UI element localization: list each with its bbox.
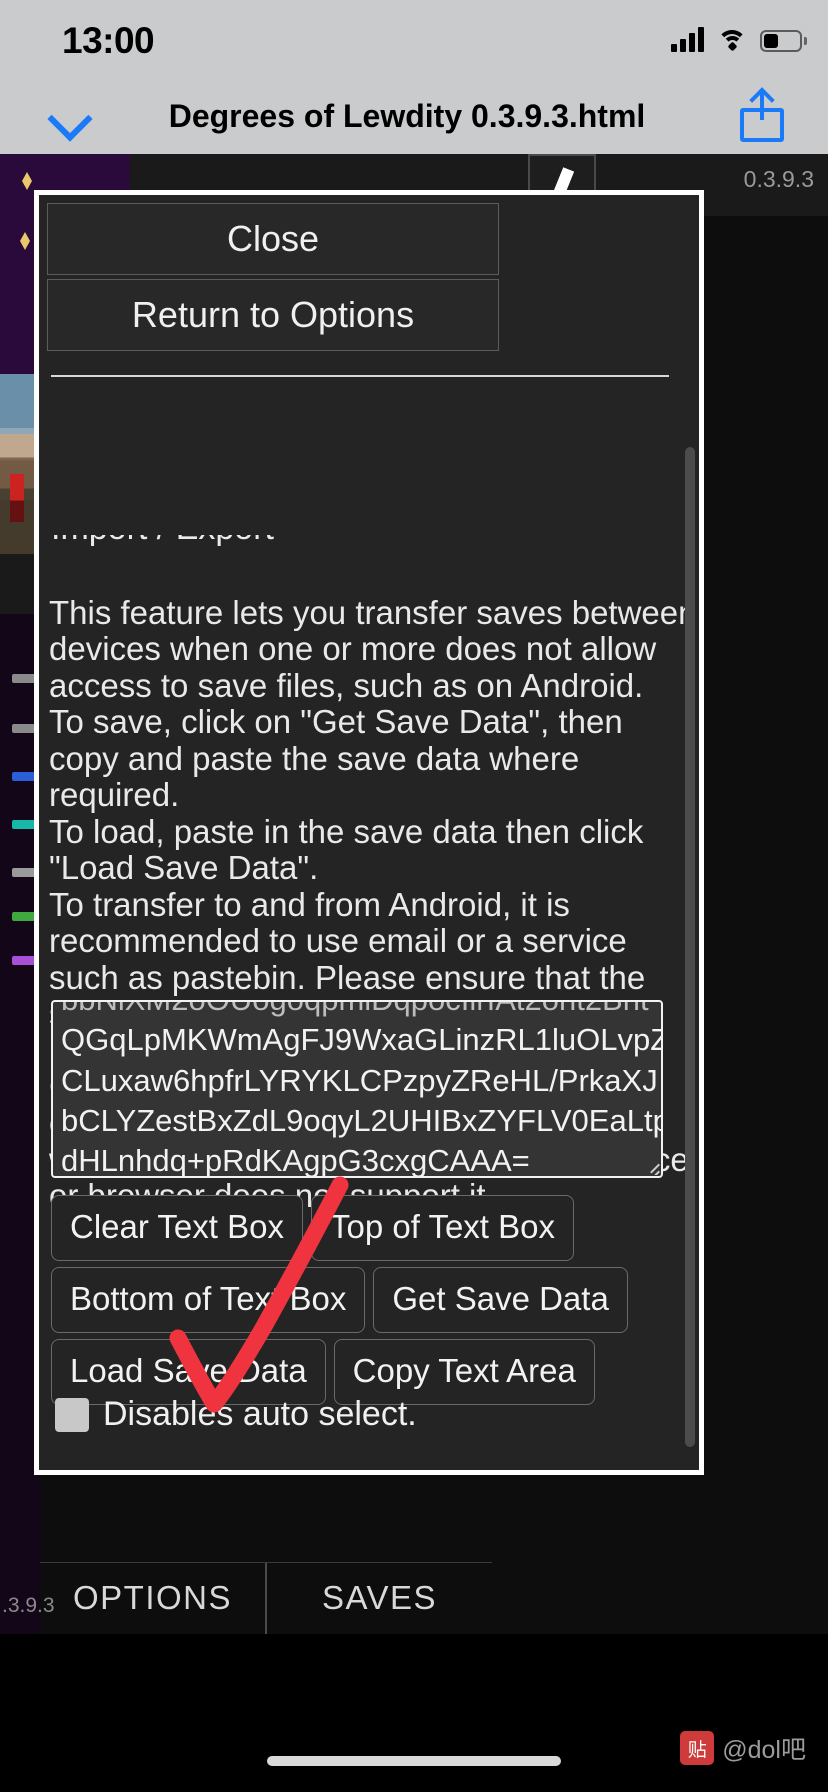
save-action-buttons: Clear Text Box Top of Text Box Bottom of… bbox=[51, 1195, 671, 1411]
section-heading: Import / Export bbox=[51, 535, 669, 549]
stat-bar bbox=[12, 772, 36, 781]
clear-text-box-button[interactable]: Clear Text Box bbox=[51, 1195, 303, 1261]
import-export-dialog: Close Return to Options Import / Export … bbox=[34, 190, 704, 1475]
textarea-line: bbNiXM2oOUogoqpmlDqpocIlrIAt2ont2Bnt bbox=[61, 1002, 653, 1020]
resize-grip-icon[interactable] bbox=[640, 1155, 660, 1175]
textarea-line: CLuxaw6hpfrLYRYKLCPzpyZReHL/PrkaXJ bbox=[61, 1062, 658, 1098]
stat-bar bbox=[12, 912, 36, 921]
disable-auto-select-label: Disables auto select. bbox=[103, 1395, 417, 1433]
section-divider bbox=[51, 375, 669, 377]
sparkle-icon bbox=[20, 232, 30, 250]
bottom-of-text-box-button[interactable]: Bottom of Text Box bbox=[51, 1267, 366, 1333]
top-of-text-box-button[interactable]: Top of Text Box bbox=[310, 1195, 575, 1261]
game-art-figure bbox=[10, 474, 24, 522]
stat-bar bbox=[12, 868, 36, 877]
battery-icon bbox=[760, 30, 807, 52]
status-bar-icons bbox=[671, 26, 807, 52]
game-version-top: 0.3.9.3 bbox=[743, 166, 814, 192]
stat-bar bbox=[12, 956, 36, 965]
instruction-paragraph: This feature lets you transfer saves bet… bbox=[49, 594, 697, 704]
save-data-textarea-wrapper: bbNiXM2oOUogoqpmlDqpocIlrIAt2ont2Bnt QGq… bbox=[51, 1000, 663, 1178]
dialog-menu-buttons: Close Return to Options bbox=[39, 203, 507, 351]
browser-title-bar: Degrees of Lewdity 0.3.9.3.html bbox=[0, 78, 828, 154]
textarea-line: QGqLpMKWmAgFJ9WxaGLinzRL1luOLvpZ bbox=[61, 1022, 663, 1058]
chevron-down-icon[interactable] bbox=[48, 101, 94, 131]
wifi-icon bbox=[717, 28, 747, 52]
watermark: 贴 @dol吧 bbox=[680, 1730, 806, 1766]
stat-bar bbox=[12, 674, 36, 683]
tab-options[interactable]: OPTIONS bbox=[40, 1563, 265, 1634]
watermark-handle: @dol吧 bbox=[722, 1736, 806, 1764]
button-row: Bottom of Text Box Get Save Data bbox=[51, 1267, 671, 1333]
button-row: Clear Text Box Top of Text Box bbox=[51, 1195, 671, 1261]
screen: 13:00 Degrees of Lewdity 0.3.9.3.html 0.… bbox=[0, 0, 828, 1792]
ios-status-bar: 13:00 bbox=[0, 0, 828, 78]
sparkle-icon bbox=[22, 172, 32, 190]
tab-saves[interactable]: SAVES bbox=[265, 1563, 492, 1634]
watermark-badge: 贴 bbox=[680, 1731, 715, 1765]
get-save-data-button[interactable]: Get Save Data bbox=[373, 1267, 628, 1333]
return-to-options-button[interactable]: Return to Options bbox=[47, 279, 499, 351]
disable-auto-select-row[interactable]: Disables auto select. bbox=[55, 1395, 417, 1434]
close-button[interactable]: Close bbox=[47, 203, 499, 275]
dialog-scrollbar[interactable] bbox=[685, 447, 695, 1447]
document-title: Degrees of Lewdity 0.3.9.3.html bbox=[168, 97, 646, 134]
instruction-paragraph: To save, click on "Get Save Data", then … bbox=[49, 703, 623, 814]
textarea-line: bCLYZestBxZdL9oqyL2UHIBxZYFLV0EaLtp bbox=[61, 1102, 663, 1138]
stat-bar bbox=[12, 724, 36, 733]
home-indicator bbox=[267, 1756, 561, 1766]
textarea-line: dHLnhdq+pRdKAgpG3cxgCAAA= bbox=[61, 1143, 530, 1178]
status-bar-clock: 13:00 bbox=[62, 20, 155, 61]
stat-bar bbox=[12, 820, 36, 829]
save-data-textarea[interactable]: bbNiXM2oOUogoqpmlDqpocIlrIAt2ont2Bnt QGq… bbox=[51, 1000, 663, 1178]
share-icon[interactable] bbox=[740, 87, 784, 142]
disable-auto-select-checkbox[interactable] bbox=[55, 1397, 89, 1432]
cellular-signal-icon bbox=[671, 26, 704, 52]
instruction-paragraph: To load, paste in the save data then cli… bbox=[49, 812, 644, 887]
game-footer-tabs: OPTIONS SAVES bbox=[40, 1562, 492, 1634]
